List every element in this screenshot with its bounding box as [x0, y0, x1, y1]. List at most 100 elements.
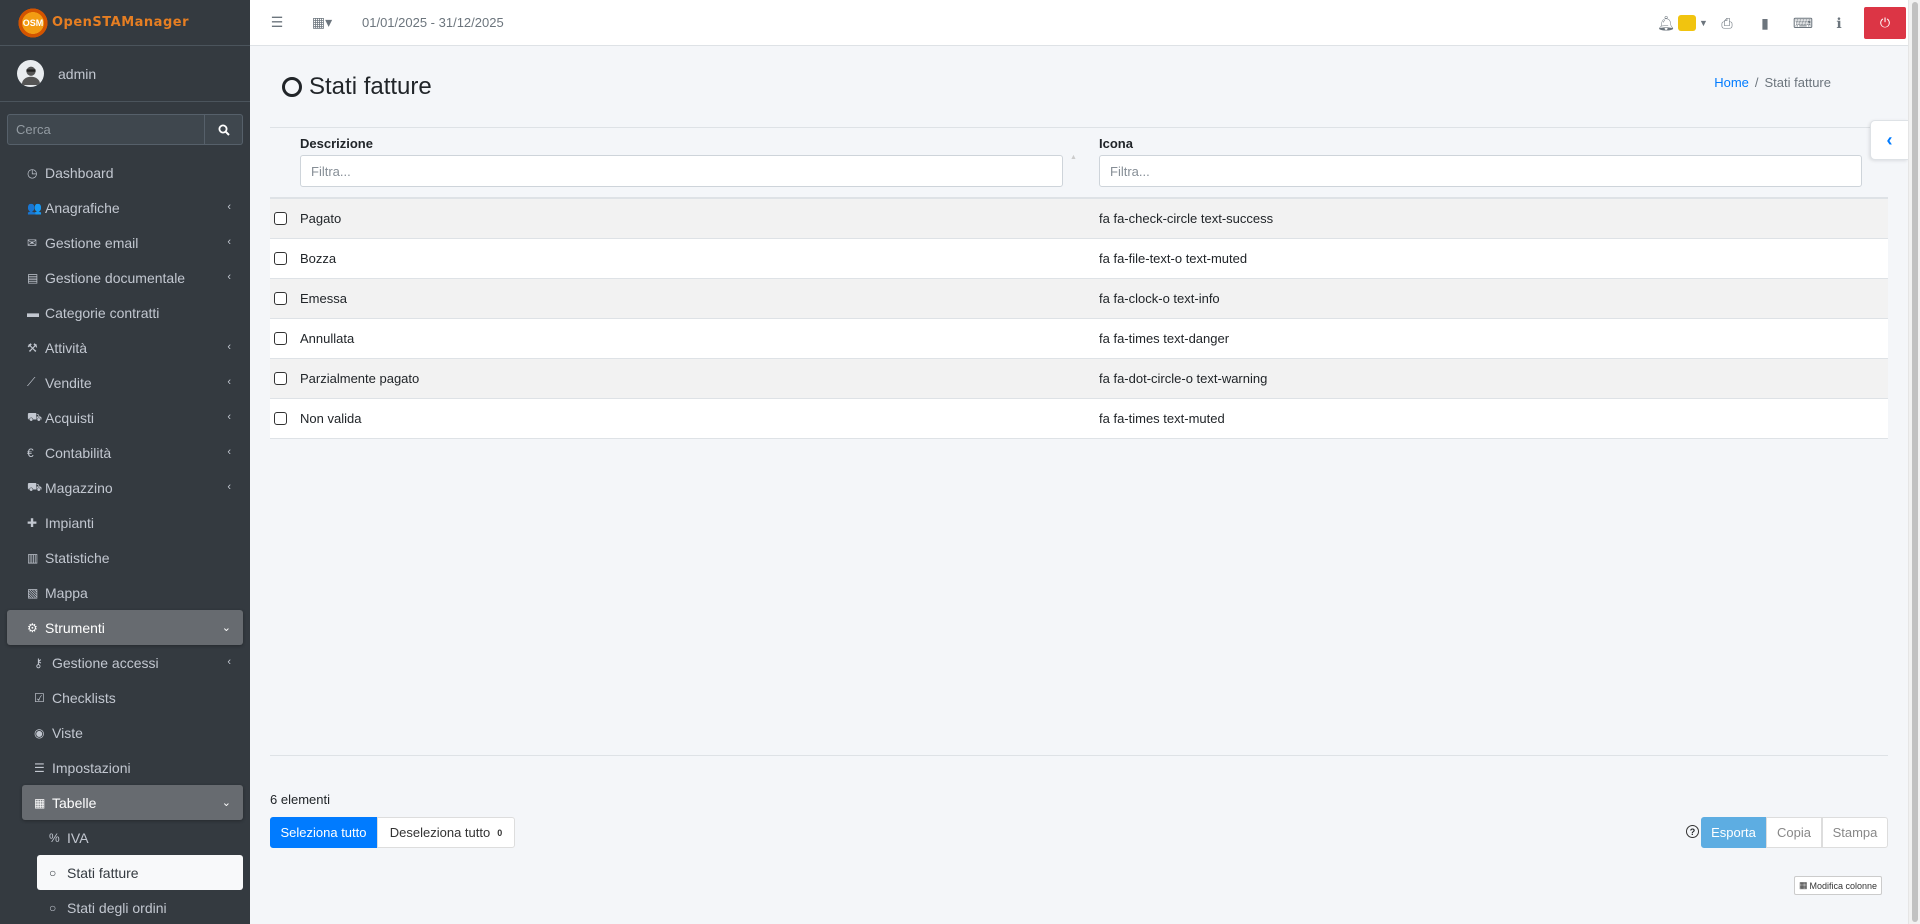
sidebar-item-anagrafiche[interactable]: 👥 Anagrafiche ‹	[7, 190, 243, 225]
chevron-left-icon: ‹	[227, 481, 231, 493]
cell-descrizione: Bozza	[300, 251, 337, 266]
sidebar-item-label: Contabilità	[45, 444, 112, 461]
sidebar-item-gestione-documentale[interactable]: ▤ Gestione documentale ‹	[7, 260, 243, 295]
sidebar-item-impianti[interactable]: ✚ Impianti	[7, 505, 243, 540]
filter-descrizione-input[interactable]	[300, 155, 1063, 187]
table-row[interactable]: Emessa fa fa-clock-o text-info	[270, 279, 1888, 319]
table-row[interactable]: Annullata fa fa-times text-danger	[270, 319, 1888, 359]
sidebar-item-impostazioni[interactable]: ☰ Impostazioni	[22, 750, 243, 785]
chevron-left-icon: ‹	[227, 341, 231, 353]
chevron-left-icon: ‹	[227, 446, 231, 458]
user-name: admin	[58, 65, 97, 82]
bell-icon: 🔔︎	[1657, 14, 1675, 31]
sidebar-item-categorie-contratti[interactable]: ▬ Categorie contratti	[7, 295, 243, 330]
cell-icona: fa fa-check-circle text-success	[1099, 211, 1274, 226]
book-button[interactable]: ▮	[1746, 0, 1784, 46]
circle-icon: ○	[49, 900, 57, 915]
sidebar-item-label: Checklists	[52, 689, 116, 706]
cell-icona: fa fa-clock-o text-info	[1099, 291, 1220, 306]
sidebar-item-acquisti[interactable]: ⛟ Acquisti ‹	[7, 400, 243, 435]
sidebar-item-gestione-accessi[interactable]: ⚷ Gestione accessi ‹	[22, 645, 243, 680]
filter-icona-input[interactable]	[1099, 155, 1862, 187]
sidebar-item-label: Strumenti	[45, 619, 105, 636]
keyboard-button[interactable]: ⌨	[1784, 0, 1822, 46]
sidebar-item-label: Impianti	[45, 514, 95, 531]
sidebar-item-gestione-email[interactable]: ✉ Gestione email ‹	[7, 225, 243, 260]
sidebar-item-vendite[interactable]: ⟋ Vendite ‹	[7, 365, 243, 400]
row-checkbox[interactable]	[274, 252, 287, 265]
table-row[interactable]: Bozza fa fa-file-text-o text-muted	[270, 239, 1888, 279]
sidebar-search	[7, 114, 243, 145]
user-panel[interactable]: admin	[0, 46, 250, 102]
sidebar-item-mappa[interactable]: ▧ Mappa	[7, 575, 243, 610]
cell-descrizione: Pagato	[300, 211, 342, 226]
row-checkbox[interactable]	[274, 332, 287, 345]
sidebar-item-label: Gestione documentale	[45, 269, 186, 286]
export-button[interactable]: Esporta	[1701, 817, 1766, 848]
brand[interactable]: OSM OpenSTAManager	[0, 0, 250, 46]
table-row[interactable]: Pagato fa fa-check-circle text-success	[270, 199, 1888, 239]
breadcrumb-home-link[interactable]: Home	[1714, 75, 1749, 90]
sidebar-item-stati-fatture[interactable]: ○ Stati fatture	[37, 855, 243, 890]
page-title: Stati fatture	[282, 73, 432, 101]
copy-button[interactable]: Copia	[1766, 817, 1822, 848]
edit-columns-button[interactable]: ▦ Modifica colonne	[1794, 876, 1883, 895]
puzzle-icon: ✚	[27, 515, 38, 530]
row-checkbox[interactable]	[274, 412, 287, 425]
sidebar-item-strumenti[interactable]: ⚙ Strumenti ⌄	[7, 610, 243, 645]
menu-toggle-button[interactable]: ☰	[250, 0, 304, 46]
column-label: Descrizione	[300, 136, 373, 151]
cell-icona: fa fa-file-text-o text-muted	[1099, 251, 1248, 266]
sidebar-search-button[interactable]	[205, 114, 243, 145]
table-icon: ▦	[34, 795, 46, 810]
sidebar-item-magazzino[interactable]: ⛟ Magazzino ‹	[7, 470, 243, 505]
list-icon: ☰	[34, 760, 45, 775]
sidebar-item-tabelle[interactable]: ▦ Tabelle ⌄	[22, 785, 243, 820]
sidebar-item-contabilita[interactable]: € Contabilità ‹	[7, 435, 243, 470]
help-icon[interactable]: ?	[1686, 825, 1699, 838]
row-checkbox[interactable]	[274, 212, 287, 225]
page-scrollbar[interactable]	[1908, 0, 1920, 924]
sidebar-item-iva[interactable]: % IVA	[37, 820, 243, 855]
sidebar-item-statistiche[interactable]: ▥ Statistiche	[7, 540, 243, 575]
column-header-descrizione[interactable]: Descrizione	[300, 136, 1063, 187]
topbar: ☰ ▦▾ 01/01/2025 - 31/12/2025 🔔︎ ▼ ⎙ ▮ ⌨ …	[250, 0, 1908, 46]
row-checkbox[interactable]	[274, 372, 287, 385]
sidebar-item-label: Mappa	[45, 584, 88, 601]
bar-chart-icon: ▥	[27, 550, 39, 565]
row-checkbox[interactable]	[274, 292, 287, 305]
warning-badge-icon	[1678, 15, 1697, 31]
users-icon: 👥	[27, 200, 42, 215]
table-body: Pagato fa fa-check-circle text-success Bo…	[270, 199, 1888, 439]
deselect-all-label: Deseleziona tutto	[389, 825, 491, 840]
sidebar-item-label: Attività	[45, 339, 88, 356]
sidebar-item-viste[interactable]: ◉ Viste	[22, 715, 243, 750]
notifications-button[interactable]: 🔔︎	[1654, 0, 1678, 46]
date-range[interactable]: 01/01/2025 - 31/12/2025	[362, 15, 504, 30]
beta-dropdown-button[interactable]: ▼	[1678, 0, 1708, 46]
breadcrumb: Home / Stati fatture	[1714, 75, 1831, 90]
sidebar-search-input[interactable]	[7, 114, 205, 145]
sidebar-item-stati-ordini[interactable]: ○ Stati degli ordini	[37, 890, 243, 924]
sidebar-item-dashboard[interactable]: ◷ Dashboard	[7, 155, 243, 190]
table-row[interactable]: Non valida fa fa-times text-muted	[270, 399, 1888, 439]
right-sidebar-toggle[interactable]: ‹	[1870, 120, 1908, 160]
logout-button[interactable]: ⏻	[1864, 7, 1906, 39]
scrollbar-thumb[interactable]	[1912, 2, 1918, 922]
sidebar-item-attivita[interactable]: ⚒ Attività ‹	[7, 330, 243, 365]
selected-count-badge: 0	[497, 827, 503, 838]
print-button[interactable]: ⎙	[1708, 0, 1746, 46]
calendar-dropdown-button[interactable]: ▦▾	[304, 0, 340, 46]
sidebar-item-checklists[interactable]: ☑ Checklists	[22, 680, 243, 715]
column-header-icona[interactable]: Icona	[1099, 136, 1862, 187]
select-all-button[interactable]: Seleziona tutto	[270, 817, 377, 848]
print-table-button[interactable]: Stampa	[1822, 817, 1888, 848]
cell-icona: fa fa-dot-circle-o text-warning	[1099, 371, 1268, 386]
table-row[interactable]: Parzialmente pagato fa fa-dot-circle-o te…	[270, 359, 1888, 399]
deselect-all-button[interactable]: Deseleziona tutto 0	[377, 817, 515, 848]
wrench-icon: ⚒	[27, 340, 38, 355]
topbar-actions: 🔔︎ ▼ ⎙ ▮ ⌨ ℹ ⏻	[1654, 0, 1908, 46]
info-button[interactable]: ℹ	[1822, 0, 1856, 46]
search-icon	[218, 124, 230, 136]
chevron-left-icon: ‹	[227, 376, 231, 388]
